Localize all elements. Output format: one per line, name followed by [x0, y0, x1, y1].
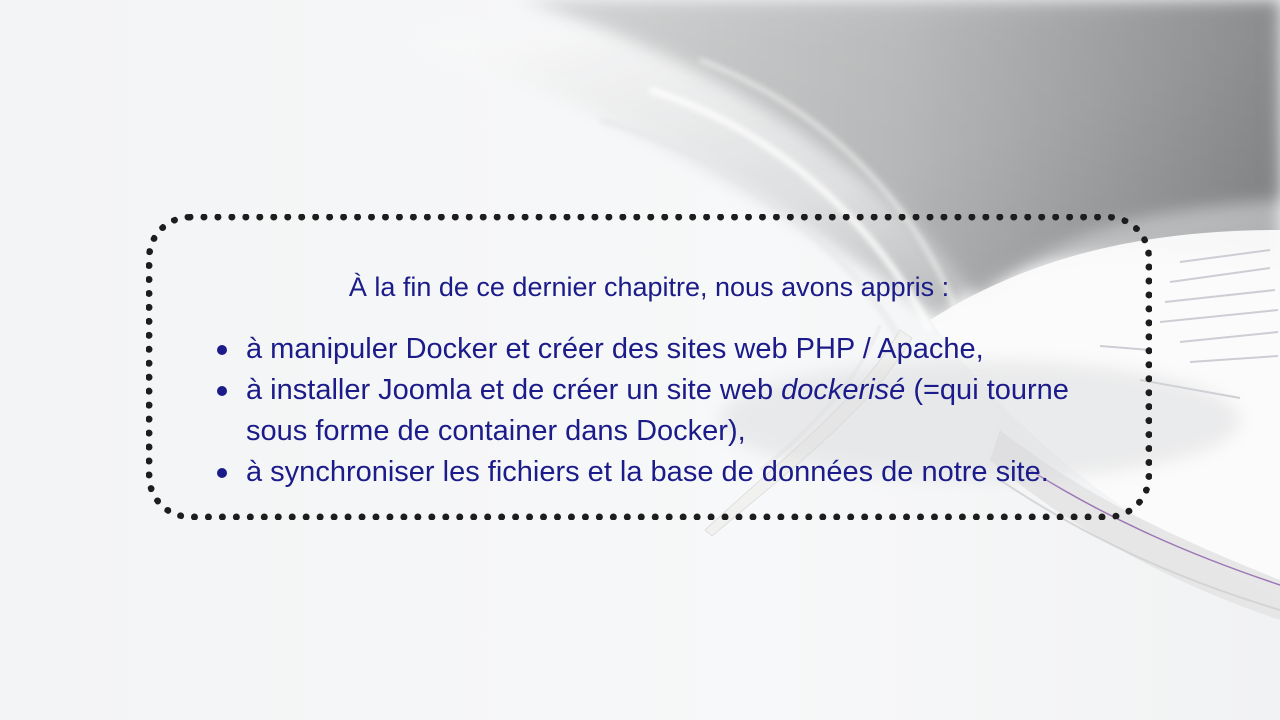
summary-intro: À la fin de ce dernier chapitre, nous av… — [348, 272, 950, 302]
bullet-icon — [217, 386, 227, 396]
list-item: à manipuler Docker et créer des sites we… — [217, 329, 1136, 370]
list-item-text: à manipuler Docker et créer des sites we… — [246, 333, 984, 365]
list-item-emphasis: dockerisé — [781, 374, 906, 406]
list-item: à installer Joomla et de créer un site w… — [217, 370, 1136, 452]
list-item-text: à synchroniser les fichiers et la base d… — [246, 456, 1049, 488]
list-item-text-before: à installer Joomla et de créer un site w… — [246, 374, 782, 406]
bullet-icon — [217, 468, 227, 478]
bullet-icon — [217, 345, 227, 355]
summary-list: à manipuler Docker et créer des sites we… — [217, 329, 1136, 493]
list-item: à synchroniser les fichiers et la base d… — [217, 452, 1136, 493]
